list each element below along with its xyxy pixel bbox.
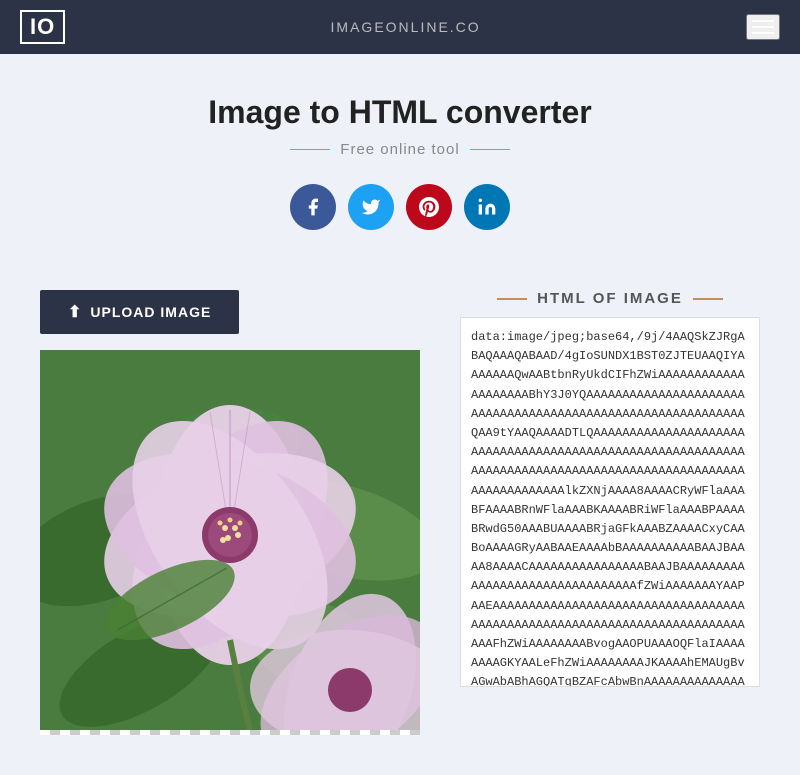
html-panel-title: HTML OF IMAGE (460, 290, 760, 307)
twitter-icon (361, 197, 381, 217)
main-content: ⬆ UPLOAD IMAGE (0, 270, 800, 775)
left-panel: ⬆ UPLOAD IMAGE (40, 290, 430, 735)
linkedin-icon (477, 197, 497, 217)
hero-section: Image to HTML converter Free online tool (0, 54, 800, 270)
upload-button[interactable]: ⬆ UPLOAD IMAGE (40, 290, 239, 334)
html-output-textarea[interactable] (460, 317, 760, 687)
facebook-icon (303, 197, 323, 217)
menu-bar-3 (752, 32, 774, 34)
right-panel: HTML OF IMAGE (460, 290, 760, 692)
pinterest-icon (419, 197, 439, 217)
hero-subtitle: Free online tool (20, 141, 780, 158)
pinterest-button[interactable] (406, 184, 452, 230)
upload-button-label: UPLOAD IMAGE (90, 304, 211, 320)
menu-button[interactable] (746, 14, 780, 40)
image-preview-area (40, 350, 420, 735)
site-title: IMAGEONLINE.CO (331, 19, 481, 35)
navbar: IO IMAGEONLINE.CO (0, 0, 800, 54)
facebook-button[interactable] (290, 184, 336, 230)
social-buttons (20, 184, 780, 230)
flower-image (40, 350, 420, 730)
linkedin-button[interactable] (464, 184, 510, 230)
twitter-button[interactable] (348, 184, 394, 230)
menu-bar-2 (752, 26, 774, 28)
menu-bar-1 (752, 20, 774, 22)
brand-logo: IO (20, 10, 65, 44)
page-title: Image to HTML converter (20, 94, 780, 131)
upload-icon: ⬆ (68, 302, 82, 322)
